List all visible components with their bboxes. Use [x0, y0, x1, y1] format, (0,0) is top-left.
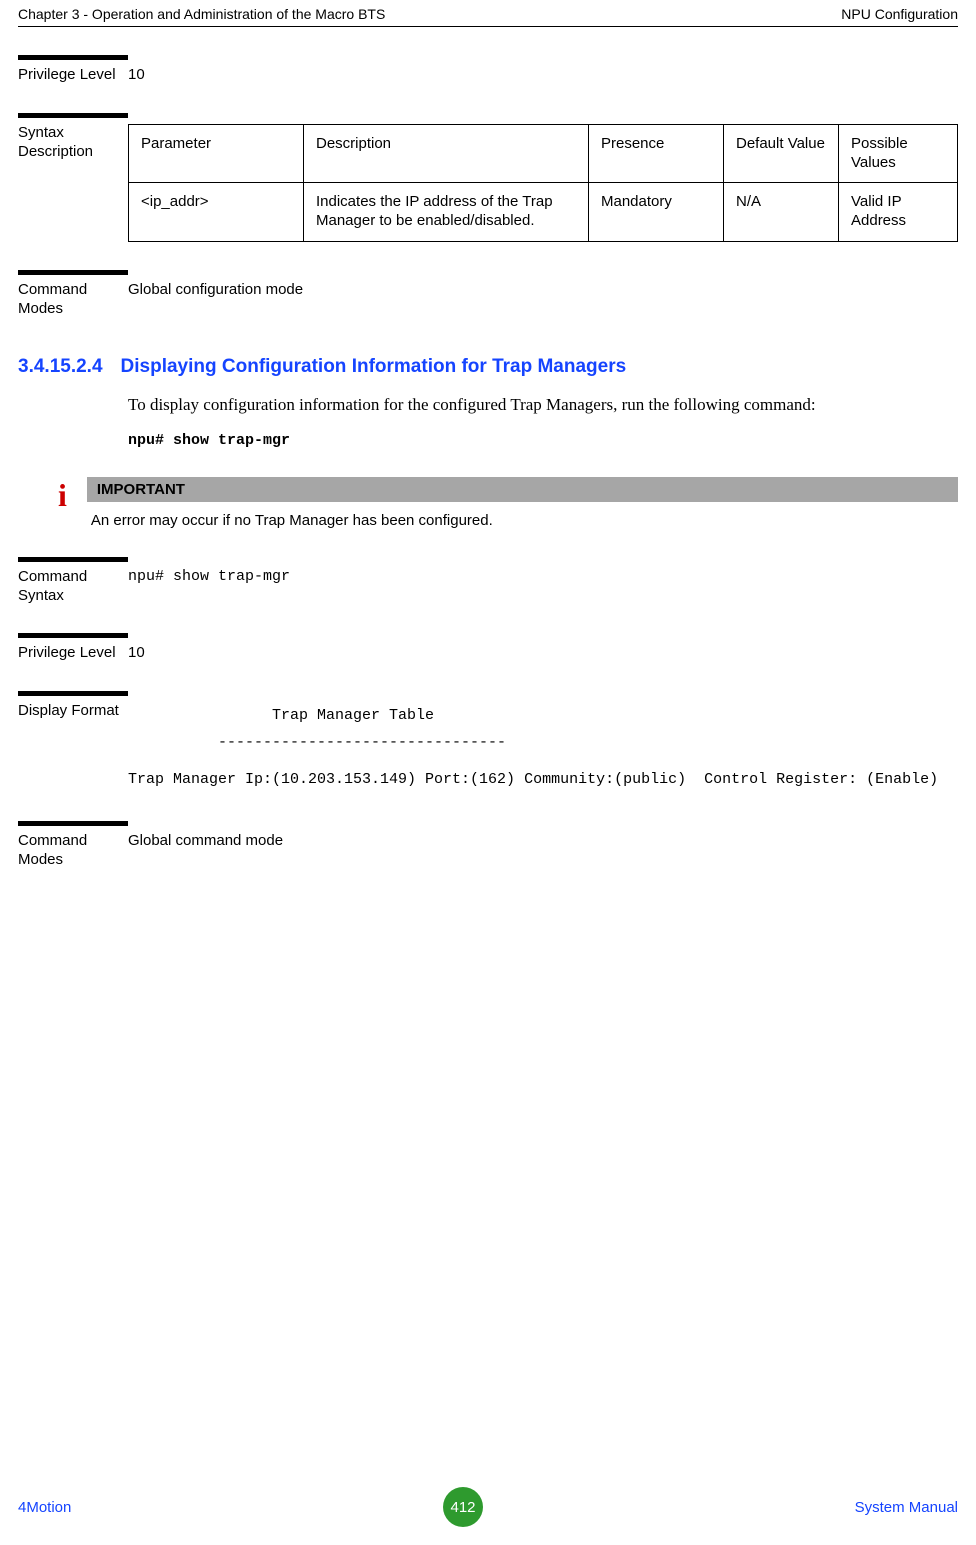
command-syntax-section: Command Syntax npu# show trap-mgr	[18, 557, 958, 606]
display-format-line2: --------------------------------	[128, 729, 958, 756]
section-heading: 3.4.15.2.4 Displaying Configuration Info…	[18, 356, 958, 378]
td-presence: Mandatory	[589, 183, 724, 242]
command-modes-section-1: Command Modes Global configuration mode	[18, 270, 958, 319]
th-possible-values: Possible Values	[839, 124, 958, 183]
command-syntax-label: Command Syntax	[18, 557, 128, 606]
privilege-level-value: 10	[128, 55, 958, 85]
page-header: Chapter 3 - Operation and Administration…	[18, 0, 958, 27]
command-modes-label: Command Modes	[18, 270, 128, 319]
footer-right: System Manual	[855, 1499, 958, 1516]
th-default-value: Default Value	[724, 124, 839, 183]
display-format-label: Display Format	[18, 691, 128, 793]
important-text: An error may occur if no Trap Manager ha…	[87, 502, 958, 529]
syntax-description-section: Syntax Description Parameter Description…	[18, 113, 958, 242]
privilege-level-label-2: Privilege Level	[18, 633, 128, 663]
command-modes-label-2: Command Modes	[18, 821, 128, 870]
heading-number: 3.4.15.2.4	[18, 356, 103, 378]
th-parameter: Parameter	[129, 124, 304, 183]
privilege-level-section-2: Privilege Level 10	[18, 633, 958, 663]
header-left: Chapter 3 - Operation and Administration…	[18, 6, 385, 22]
body-paragraph: To display configuration information for…	[128, 392, 958, 418]
footer-left: 4Motion	[18, 1499, 71, 1516]
th-description: Description	[304, 124, 589, 183]
display-format-section: Display Format Trap Manager Table ------…	[18, 691, 958, 793]
header-right: NPU Configuration	[841, 6, 958, 22]
td-description: Indicates the IP address of the Trap Man…	[304, 183, 589, 242]
command-syntax-value: npu# show trap-mgr	[128, 557, 958, 606]
heading-title: Displaying Configuration Information for…	[121, 356, 627, 378]
td-parameter: <ip_addr>	[129, 183, 304, 242]
syntax-description-label: Syntax Description	[18, 113, 128, 242]
command-example: npu# show trap-mgr	[128, 432, 958, 449]
important-icon: i	[58, 477, 67, 529]
command-modes-value: Global configuration mode	[128, 270, 958, 319]
command-modes-section-2: Command Modes Global command mode	[18, 821, 958, 870]
table-row: <ip_addr> Indicates the IP address of th…	[129, 183, 958, 242]
syntax-description-table: Parameter Description Presence Default V…	[128, 124, 958, 242]
important-header: IMPORTANT	[87, 477, 958, 502]
td-possible-values: Valid IP Address	[839, 183, 958, 242]
th-presence: Presence	[589, 124, 724, 183]
display-format-line3: Trap Manager Ip:(10.203.153.149) Port:(1…	[128, 766, 958, 793]
command-modes-value-2: Global command mode	[128, 821, 958, 870]
table-header-row: Parameter Description Presence Default V…	[129, 124, 958, 183]
privilege-level-section-1: Privilege Level 10	[18, 55, 958, 85]
display-format-line1: Trap Manager Table	[128, 702, 958, 729]
privilege-level-label: Privilege Level	[18, 55, 128, 85]
privilege-level-value-2: 10	[128, 633, 958, 663]
page-number-badge: 412	[443, 1487, 483, 1527]
important-callout: i IMPORTANT An error may occur if no Tra…	[58, 477, 958, 529]
td-default-value: N/A	[724, 183, 839, 242]
page-footer: 4Motion 412 System Manual	[18, 1487, 958, 1527]
